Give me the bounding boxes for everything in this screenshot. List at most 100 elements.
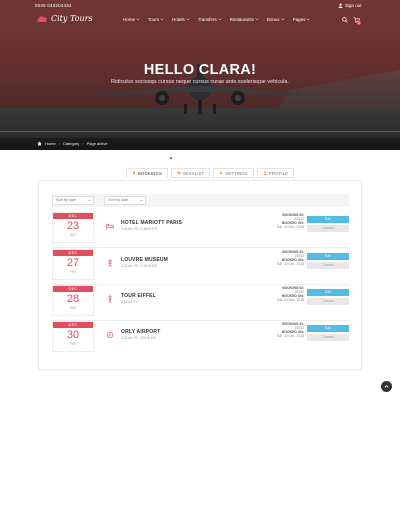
cancel-button[interactable]: Cancel	[307, 262, 349, 269]
date-day: 28	[66, 293, 80, 305]
booking-title[interactable]: TOUR EIFFEL	[121, 293, 156, 299]
date-month: DEC	[53, 322, 93, 328]
date-day: 23	[66, 220, 80, 232]
chevron-down-icon	[136, 18, 140, 21]
nav-item-hotels[interactable]: Hotels	[172, 17, 190, 22]
booking-title[interactable]: HOTEL MARIOTT PARIS	[121, 220, 182, 226]
booked-on-value: Sat. 20 Dec. 2016	[276, 298, 304, 303]
cancel-button[interactable]: Cancel	[307, 225, 349, 232]
nav-label: Restaurants	[229, 17, 254, 22]
sort-by-date-select[interactable]: Sort by date	[104, 196, 146, 205]
phone-number: 0045 043204434	[35, 3, 72, 8]
date-weekday: SAT	[69, 306, 77, 310]
edit-button[interactable]: Edit	[307, 216, 349, 223]
breadcrumb-home[interactable]: Home	[45, 141, 56, 146]
search-icon[interactable]	[342, 17, 348, 23]
edit-button[interactable]: Edit	[307, 325, 349, 332]
date-month: DEC	[53, 286, 93, 292]
booking-row: DEC 23 SAT HOTEL MARIOTT PARIS 2 ADULTS …	[52, 212, 349, 246]
breadcrumb-category[interactable]: Category	[63, 141, 79, 146]
back-to-top-button[interactable]	[381, 381, 392, 392]
home-icon[interactable]	[37, 141, 42, 146]
nav-menu: Home Tours Hotels Transfers Restaurants …	[123, 17, 311, 22]
date-weekday: FRI	[70, 270, 76, 274]
user-icon	[263, 171, 267, 175]
date-weekday: SAT	[69, 233, 77, 237]
logo-text: City Tours	[51, 14, 93, 23]
date-weekday: FRI	[70, 342, 76, 346]
bookmark-icon	[133, 171, 135, 175]
gear-icon	[220, 171, 223, 175]
select-value: Sort by type	[56, 198, 77, 202]
nav-item-pages[interactable]: Pages	[293, 17, 311, 22]
chevron-down-icon	[255, 18, 259, 21]
nav-item-tours[interactable]: Tours	[148, 17, 164, 22]
filter-bar: Sort by type Sort by date	[52, 194, 349, 207]
cancel-button[interactable]: Cancel	[307, 334, 349, 341]
booking-info: BOOKING ID: 23442 BOOKED ON: Sat. 20 Dec…	[252, 286, 304, 302]
booking-title[interactable]: LOUVRE MUSEUM	[121, 257, 168, 263]
breadcrumb: Home › Category › Page active	[37, 141, 108, 146]
breadcrumb-separator: ›	[82, 141, 84, 146]
booking-title[interactable]: ORLY AIRPORT	[121, 329, 160, 335]
nav-item-transfers[interactable]: Transfers	[198, 17, 222, 22]
cart-count-badge: 0	[357, 21, 361, 25]
bookings-panel: Sort by type Sort by date DEC 23 SAT HOT…	[38, 180, 362, 370]
nav-item-restaurants[interactable]: Restaurants	[230, 17, 259, 22]
booking-info: BOOKING ID: 23442 BOOKED ON: Sat. 10 Dec…	[252, 213, 304, 229]
nav-item-home[interactable]: Home	[123, 17, 140, 22]
booking-info: BOOKING ID: 23442 BOOKED ON: Sat. 20 Dec…	[252, 322, 304, 338]
tab-bookings[interactable]: BOOKINGS	[126, 168, 168, 178]
nav-label: Tours	[148, 17, 160, 22]
sort-by-type-select[interactable]: Sort by type	[52, 196, 94, 205]
select-value: Sort by date	[108, 198, 129, 202]
booking-row: DEC 28 SAT TOUR EIFFEL 2 ADULTS BOOKING …	[52, 285, 349, 319]
tour-icon	[108, 295, 112, 303]
chevron-down-icon	[140, 199, 143, 202]
nav-label: Home	[123, 17, 136, 22]
booked-on-value: Sat. 20 Dec. 2016	[276, 262, 304, 267]
breadcrumb-current: Page active	[86, 141, 108, 146]
date-badge: DEC 27 FRI	[52, 249, 94, 280]
date-month: DEC	[53, 213, 93, 219]
cloud-logo-icon	[37, 16, 47, 22]
breadcrumb-bar: Home › Category › Page active	[0, 138, 400, 150]
booking-guests: 2 ADULTS	[121, 300, 138, 304]
chevron-down-icon	[160, 18, 164, 21]
booking-guests: 2 ADULTS / 2CHILDS	[121, 336, 156, 340]
booking-guests: 2 ADULTS / 2 NIGHTS	[121, 227, 158, 231]
nav-label: Bonus	[266, 17, 280, 22]
sign-out-link[interactable]: Sign out	[338, 3, 362, 8]
booking-row: DEC 27 FRI LOUVRE MUSEUM 2 ADULTS / 2 CH…	[52, 249, 349, 283]
date-month: DEC	[53, 250, 93, 256]
page: 0045 043204434 Sign out City Tours Home …	[0, 0, 400, 505]
hero-banner: 0045 043204434 Sign out City Tours Home …	[0, 0, 400, 150]
tab-profile[interactable]: PROFILE	[256, 168, 295, 178]
logo[interactable]: City Tours	[36, 14, 93, 23]
tab-settings[interactable]: SETTINGS	[213, 168, 254, 178]
carousel-dot[interactable]	[170, 157, 172, 159]
date-badge: DEC 23 SAT	[52, 212, 94, 243]
tab-label: WISHLIST	[182, 170, 205, 176]
nav-label: Hotels	[172, 17, 185, 22]
row-divider	[52, 247, 349, 248]
booked-on-value: Sat. 10 Dec. 2016	[276, 225, 304, 230]
nav-item-bonus[interactable]: Bonus	[267, 17, 285, 22]
tab-wishlist[interactable]: WISHLIST	[170, 168, 211, 178]
chevron-down-icon	[88, 199, 91, 202]
cancel-button[interactable]: Cancel	[307, 298, 349, 305]
booked-on-value: Sat. 20 Dec. 2016	[276, 334, 304, 339]
chevron-down-icon	[280, 18, 285, 21]
chevron-up-icon	[384, 385, 389, 388]
edit-button[interactable]: Edit	[307, 253, 349, 260]
date-badge: DEC 30 FRI	[52, 321, 94, 352]
museum-icon	[108, 259, 112, 267]
chevron-down-icon	[306, 18, 311, 21]
edit-button[interactable]: Edit	[307, 289, 349, 296]
main-navbar: City Tours Home Tours Hotels Transfers R…	[0, 12, 400, 30]
top-bar: 0045 043204434 Sign out	[0, 0, 400, 12]
hero-title: HELLO CLARA!	[143, 62, 257, 78]
chevron-down-icon	[217, 18, 222, 21]
tab-label: PROFILE	[268, 170, 289, 176]
date-day: 27	[66, 257, 80, 269]
